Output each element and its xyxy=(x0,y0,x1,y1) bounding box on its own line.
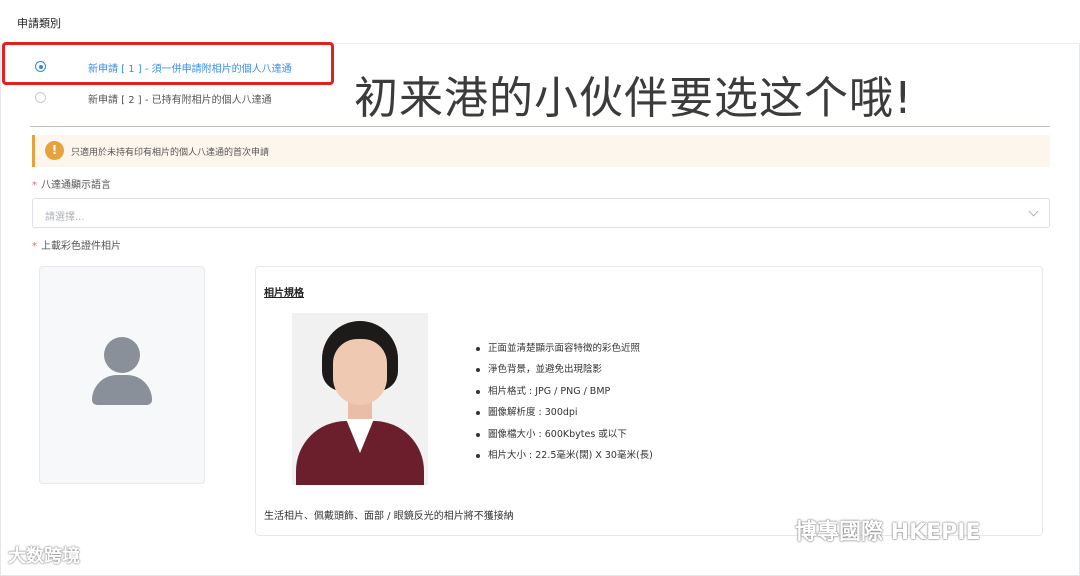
divider xyxy=(30,126,1050,127)
language-label-text: 八達通顯示語言 xyxy=(41,180,111,191)
spec-item: 正面並清楚顯示面容特徵的彩色近照 xyxy=(476,342,653,363)
overlay-annotation: 初来港的小伙伴要选这个哦! xyxy=(354,73,913,124)
watermark-left: 大数跨境 xyxy=(8,546,80,567)
highlight-box xyxy=(2,42,334,85)
photo-spec-card: 相片規格 正面並清楚顯示面容特徵的彩色近照 淨色背景，並避免出現陰影 相片格式 … xyxy=(255,266,1043,536)
warning-icon: ! xyxy=(45,141,64,160)
alert-text: 只適用於未持有印有相片的個人八達通的首次申請 xyxy=(71,148,270,158)
spec-item: 圖像檔大小 : 600Kbytes 或以下 xyxy=(476,428,653,449)
avatar-placeholder-body xyxy=(92,375,152,405)
required-mark: * xyxy=(32,180,37,191)
radio-button-new-2[interactable] xyxy=(35,92,46,103)
spec-title: 相片規格 xyxy=(264,288,304,299)
spec-item: 圖像解析度 : 300dpi xyxy=(476,406,653,427)
chevron-down-icon xyxy=(1028,206,1039,217)
language-field-label: * 八達通顯示語言 xyxy=(32,176,111,191)
spec-item: 淨色背景，並避免出現陰影 xyxy=(476,363,653,384)
sample-id-photo xyxy=(292,313,428,485)
spec-note: 生活相片、佩戴頭飾、面部 / 眼鏡反光的相片將不獲接納 xyxy=(264,511,514,522)
radio-label-new-2[interactable]: 新申請 [ 2 ] - 已持有附相片的個人八達通 xyxy=(88,91,272,106)
spec-list: 正面並清楚顯示面容特徵的彩色近照 淨色背景，並避免出現陰影 相片格式 : JPG… xyxy=(476,342,653,470)
watermark-right: 博專國際 HKEPIE xyxy=(795,520,981,545)
section-title: 申請類別 xyxy=(17,17,61,30)
warning-alert: ! 只適用於未持有印有相片的個人八達通的首次申請 xyxy=(32,135,1050,167)
spec-item: 相片大小 : 22.5毫米(闊) X 30毫米(長) xyxy=(476,449,653,470)
language-select-placeholder: 請選擇... xyxy=(45,212,85,223)
photo-label-text: 上載彩色證件相片 xyxy=(41,241,121,252)
spec-item: 相片格式 : JPG / PNG / BMP xyxy=(476,385,653,406)
required-mark: * xyxy=(32,241,37,252)
section-header: 申請類別 xyxy=(0,0,1080,44)
photo-upload-box[interactable] xyxy=(39,266,205,484)
sample-photo-face xyxy=(333,339,387,405)
language-select[interactable]: 請選擇... xyxy=(32,198,1050,228)
photo-field-label: * 上載彩色證件相片 xyxy=(32,237,121,252)
avatar-placeholder-icon xyxy=(104,337,140,373)
